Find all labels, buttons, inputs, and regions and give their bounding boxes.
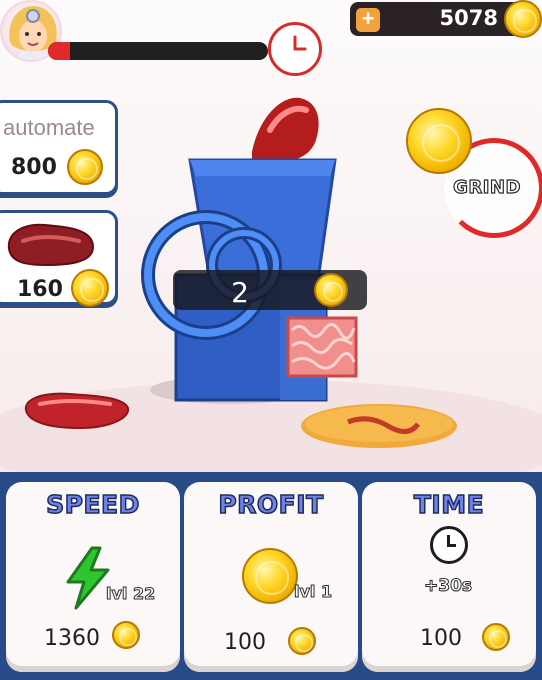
profit-cost: 100 bbox=[224, 630, 266, 655]
grind-label: GRIND bbox=[452, 176, 521, 198]
coin-icon bbox=[504, 0, 542, 38]
buy-meat-button[interactable]: 160 bbox=[0, 210, 118, 307]
raw-meat-icon bbox=[7, 223, 95, 267]
plus-icon[interactable]: + bbox=[356, 8, 380, 32]
coin-balance: 5078 bbox=[439, 6, 498, 30]
profit-title: PROFIT bbox=[218, 489, 324, 520]
coin-icon bbox=[406, 108, 472, 174]
timer-bar-fill bbox=[48, 42, 70, 60]
automate-price: 800 bbox=[11, 155, 57, 180]
automate-button[interactable]: automate 800 bbox=[0, 100, 118, 195]
coin-icon bbox=[67, 149, 103, 185]
grinder-machine[interactable] bbox=[140, 90, 380, 420]
coin-icon bbox=[242, 548, 298, 604]
timer-bar bbox=[48, 42, 268, 60]
automate-label: automate bbox=[3, 115, 95, 140]
grinder-counter-value: 2 bbox=[231, 276, 249, 309]
meat-plate bbox=[301, 404, 457, 448]
clock-icon bbox=[430, 526, 468, 564]
time-title: TIME bbox=[413, 489, 485, 520]
speed-level: lvl 22 bbox=[105, 584, 156, 604]
coin-icon bbox=[482, 623, 510, 651]
speed-cost: 1360 bbox=[44, 626, 100, 651]
profit-upgrade-card[interactable]: PROFIT lvl 1 100 bbox=[184, 482, 358, 672]
speed-title: SPEED bbox=[45, 489, 140, 520]
coin-icon bbox=[112, 621, 140, 649]
time-upgrade-card[interactable]: TIME +30s 100 bbox=[362, 482, 536, 672]
coin-icon bbox=[71, 269, 109, 307]
time-cost: 100 bbox=[420, 626, 462, 651]
meat-price: 160 bbox=[17, 277, 63, 302]
coin-icon bbox=[314, 273, 348, 307]
clock-icon bbox=[268, 22, 322, 76]
floor-steak bbox=[24, 392, 130, 430]
time-bonus: +30s bbox=[423, 576, 473, 597]
coin-icon bbox=[288, 627, 316, 655]
speed-upgrade-card[interactable]: SPEED lvl 22 1360 bbox=[6, 482, 180, 672]
profit-level: lvl 1 bbox=[293, 582, 333, 602]
